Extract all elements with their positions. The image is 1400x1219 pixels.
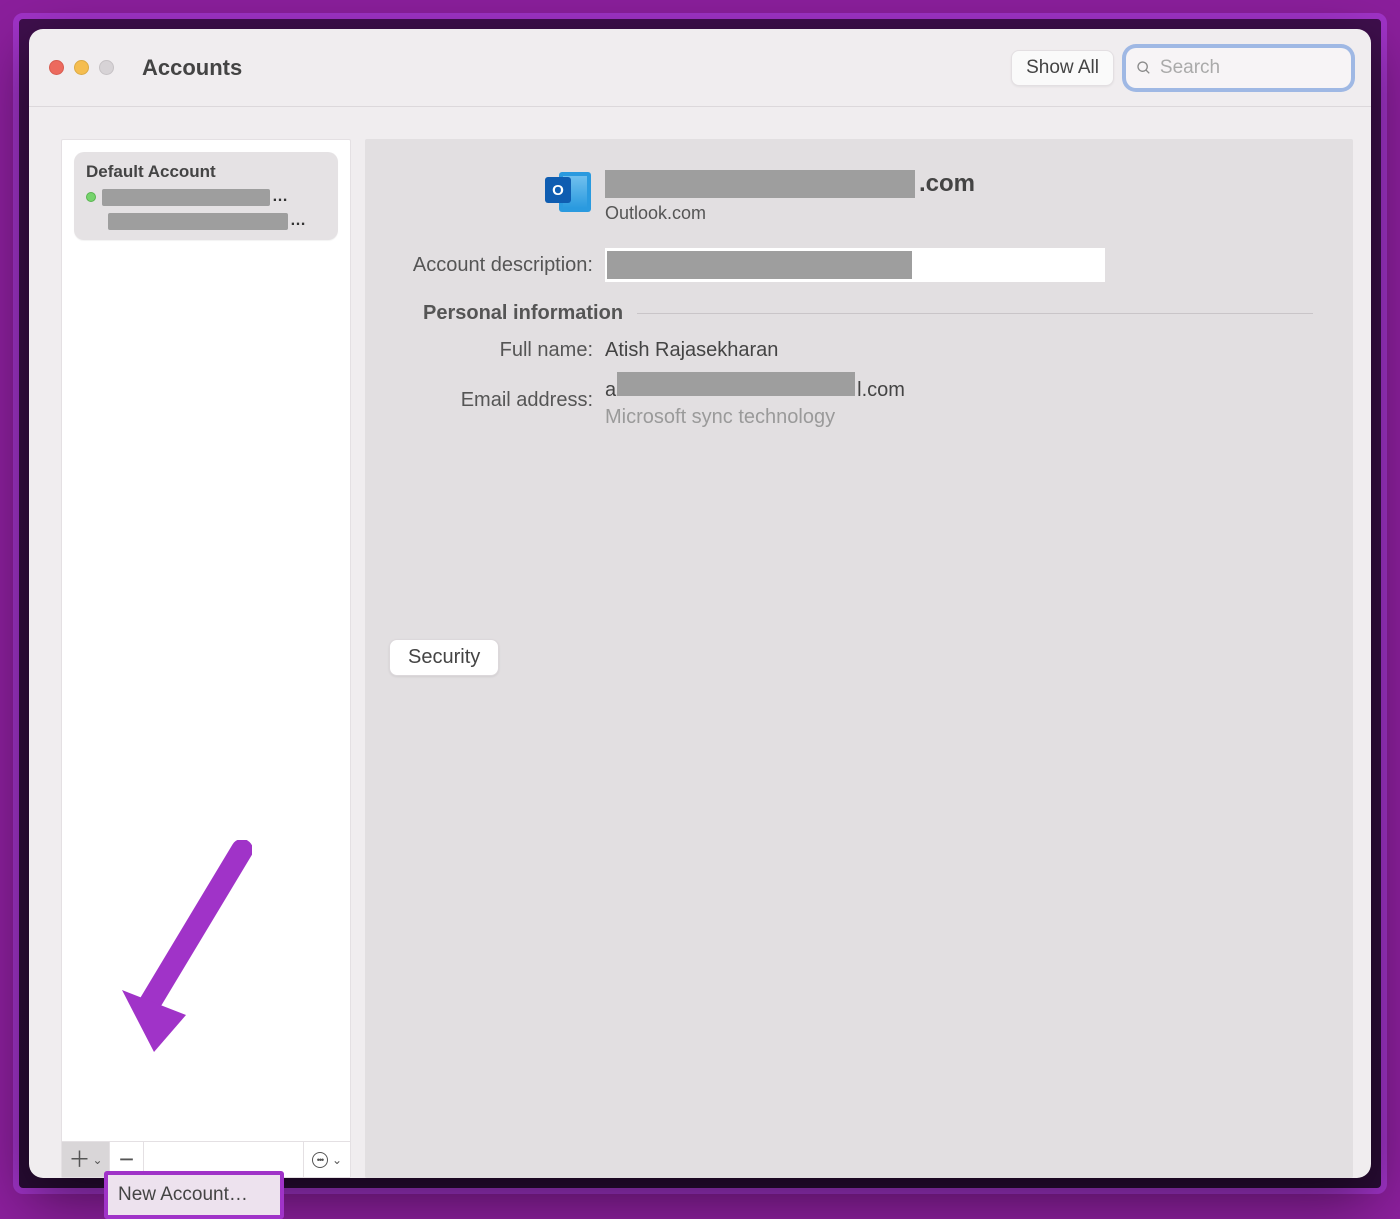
- email-address-label: Email address:: [395, 389, 605, 412]
- section-divider: [637, 313, 1313, 314]
- search-input[interactable]: [1160, 57, 1341, 79]
- ellipsis-circle-icon: •••: [312, 1152, 328, 1168]
- titlebar: Accounts Show All: [29, 29, 1371, 107]
- plus-icon: ＋: [68, 1149, 90, 1171]
- chevron-down-icon: ⌄: [332, 1153, 342, 1167]
- status-dot-online-icon: [86, 192, 96, 202]
- account-card-title: Default Account: [86, 162, 326, 182]
- redacted-text: [102, 189, 270, 206]
- sync-technology-note: Microsoft sync technology: [605, 406, 835, 429]
- redacted-text: [605, 170, 915, 198]
- ellipsis-text: …: [272, 188, 288, 206]
- window-controls: [49, 60, 114, 75]
- account-email-suffix: .com: [919, 170, 975, 198]
- redacted-text: [108, 213, 288, 230]
- search-field-wrap[interactable]: [1126, 48, 1351, 88]
- search-icon: [1136, 59, 1152, 77]
- close-window-button[interactable]: [49, 60, 64, 75]
- chevron-down-icon: ⌄: [92, 1153, 102, 1167]
- full-name-value: Atish Rajasekharan: [605, 339, 778, 362]
- account-description-label: Account description:: [395, 254, 605, 277]
- account-list-item-default[interactable]: Default Account … …: [74, 152, 338, 240]
- ellipsis-text: …: [290, 212, 306, 230]
- more-options-button[interactable]: ••• ⌄: [304, 1142, 350, 1177]
- new-account-menu-item[interactable]: New Account…: [104, 1171, 284, 1219]
- personal-info-section-title: Personal information: [423, 302, 623, 325]
- redacted-text: [607, 251, 912, 279]
- account-detail-panel: O .com Outlook.com Account description:: [365, 139, 1353, 1178]
- show-all-button[interactable]: Show All: [1011, 50, 1114, 86]
- security-button[interactable]: Security: [389, 639, 499, 676]
- outlook-icon: O: [545, 169, 591, 215]
- add-account-button[interactable]: ＋ ⌄: [62, 1142, 110, 1177]
- email-suffix: l.com: [857, 379, 905, 401]
- full-name-label: Full name:: [395, 339, 605, 362]
- account-provider-label: Outlook.com: [605, 203, 1313, 224]
- window-title: Accounts: [142, 55, 242, 81]
- annotation-arrow-icon: [102, 840, 252, 1060]
- minimize-window-button[interactable]: [74, 60, 89, 75]
- account-description-field[interactable]: [605, 248, 1105, 282]
- accounts-window: Accounts Show All Default Account …: [29, 29, 1371, 1178]
- accounts-sidebar: Default Account … … ＋ ⌄: [61, 139, 351, 1178]
- zoom-window-button[interactable]: [99, 60, 114, 75]
- email-prefix-char: a: [605, 379, 616, 401]
- redacted-text: [617, 372, 855, 396]
